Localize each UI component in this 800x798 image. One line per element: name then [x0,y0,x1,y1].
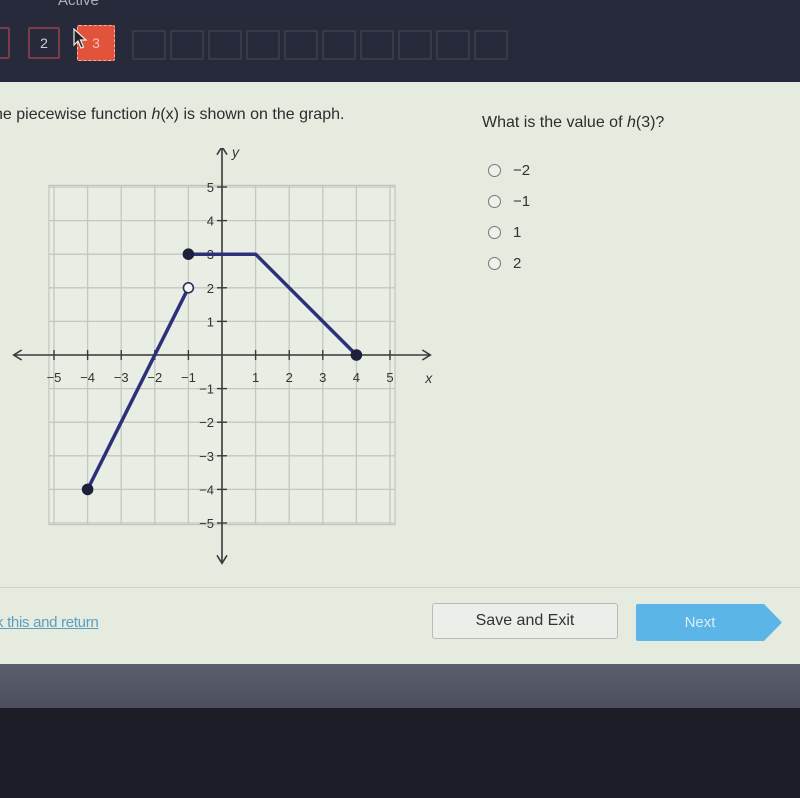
x-tick-label: 3 [319,370,326,385]
closed-endpoint-dot [350,349,363,361]
y-tick-label: −1 [199,382,214,397]
top-navigation-bar: Active 1 2 3 [0,0,800,84]
x-tick-label: 4 [353,370,360,385]
open-endpoint-circle [182,282,195,294]
ghost-question-tabs [132,30,508,60]
y-tick-label: −4 [199,482,214,497]
answer-options: −2 −1 1 2 [488,155,530,279]
answer-option-neg1[interactable]: −1 [488,186,530,217]
question-button-1[interactable]: 1 [0,27,10,59]
option-label: −2 [513,162,531,179]
monitor-bezel [0,664,800,708]
question-button-2[interactable]: 2 [28,27,60,59]
closed-endpoint-dot [182,248,195,260]
x-tick-label: 5 [386,370,393,385]
question-panel: he piecewise function h(x) is shown on t… [0,82,800,664]
radio-button-icon[interactable] [488,257,501,270]
piecewise-graph: −5 −4 −3 −2 −1 1 2 3 4 5−5−4−3−2−112345xy [12,148,433,565]
next-button-label: Next [684,614,716,631]
y-tick-label: 5 [207,180,214,195]
problem-prompt: he piecewise function h(x) is shown on t… [0,106,345,123]
x-tick-label: −3 [114,370,129,385]
answer-option-1[interactable]: 1 [488,217,530,248]
radio-button-icon[interactable] [488,164,501,177]
x-tick-label: −1 [181,370,196,385]
option-label: −1 [513,193,531,210]
answer-option-neg2[interactable]: −2 [488,155,530,186]
question-text: What is the value of h(3)? [482,114,665,131]
y-tick-label: 4 [207,214,214,229]
y-tick-label: −5 [199,516,214,531]
x-tick-label: −4 [80,370,95,385]
save-and-exit-button[interactable]: Save and Exit [432,603,618,639]
y-tick-label: −2 [199,415,214,430]
y-axis-label: y [231,148,240,160]
x-tick-label: −5 [47,370,62,385]
x-tick-label: 2 [286,370,293,385]
option-label: 1 [513,224,522,241]
closed-endpoint-dot [81,483,94,496]
y-tick-label: −3 [199,449,214,464]
y-tick-label: 2 [207,281,214,296]
radio-button-icon[interactable] [488,226,501,239]
x-tick-label: −2 [147,370,162,385]
option-label: 2 [513,255,522,272]
answer-option-2[interactable]: 2 [488,248,530,279]
header-title: Active [58,0,99,9]
mark-and-return-link[interactable]: k this and return [0,614,99,631]
x-axis-label: x [424,370,433,386]
mouse-cursor-icon [73,28,88,49]
footer-divider [0,587,800,588]
radio-button-icon[interactable] [488,195,501,208]
x-tick-label: 1 [252,370,259,385]
y-tick-label: 1 [207,314,214,329]
next-button[interactable]: Next [636,604,782,641]
